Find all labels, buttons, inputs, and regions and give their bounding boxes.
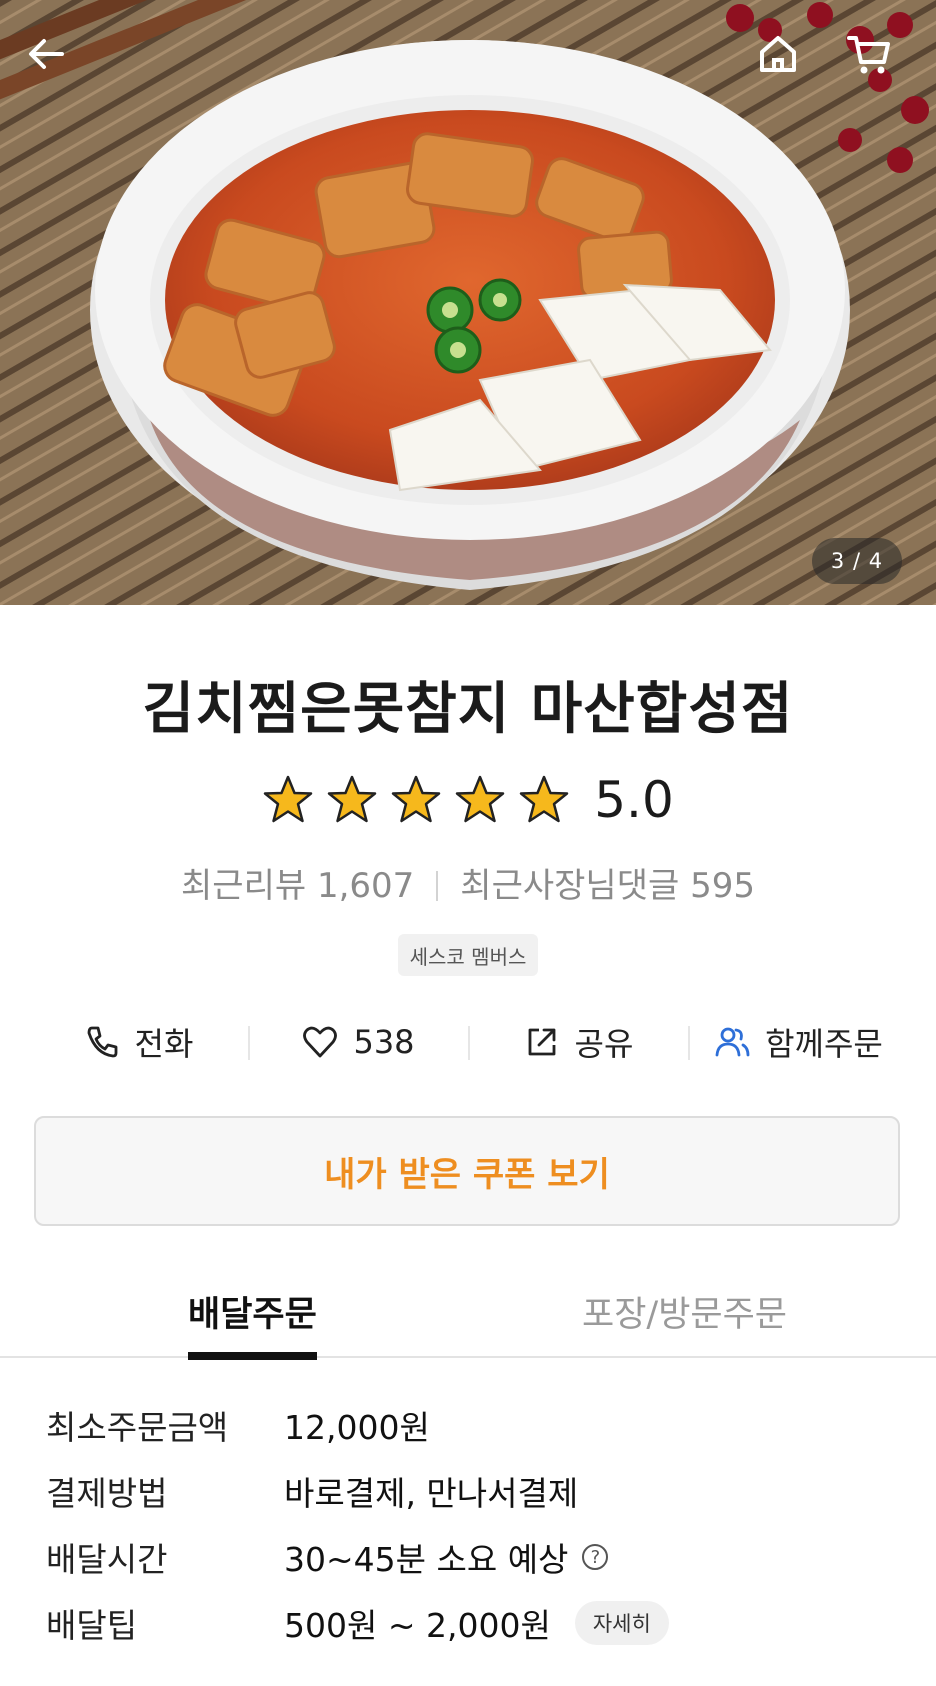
star-icon bbox=[519, 775, 569, 823]
delivery-tip-label: 배달팁 bbox=[46, 1606, 138, 1645]
like-button[interactable]: 538 bbox=[248, 1008, 468, 1076]
divider bbox=[436, 871, 439, 901]
cart-icon bbox=[847, 36, 890, 74]
action-row: 전화 538 공유 함께주문 bbox=[28, 1008, 908, 1076]
my-coupons-button[interactable]: 내가 받은 쿠폰 보기 bbox=[34, 1116, 900, 1226]
review-stats: 최근리뷰 1,607 최근사장님댓글 595 bbox=[0, 858, 936, 907]
delivery-time-value: 30~45분 소요 예상 bbox=[284, 1540, 569, 1579]
star-icon bbox=[263, 775, 313, 823]
phone-icon bbox=[87, 1026, 117, 1058]
payment-value: 바로결제, 만나서결제 bbox=[284, 1474, 579, 1513]
rating-value: 5.0 bbox=[594, 771, 674, 829]
call-label: 전화 bbox=[134, 1025, 194, 1063]
tab-pickup[interactable]: 포장/방문주문 bbox=[582, 1286, 787, 1358]
back-button[interactable] bbox=[24, 32, 88, 96]
back-arrow-icon bbox=[29, 39, 64, 69]
delivery-tip-wrap: 500원 ~ 2,000원 자세히 bbox=[284, 1599, 669, 1647]
share-button[interactable]: 공유 bbox=[468, 1008, 688, 1076]
share-icon bbox=[528, 1028, 555, 1056]
like-count: 538 bbox=[353, 1023, 415, 1061]
info-row-payment: 결제방법 바로결제, 만나서결제 bbox=[46, 1458, 906, 1524]
delivery-time-label: 배달시간 bbox=[46, 1540, 168, 1579]
delivery-tip-value: 500원 ~ 2,000원 bbox=[284, 1606, 551, 1645]
delivery-time-wrap: 30~45분 소요 예상 ? bbox=[284, 1533, 609, 1581]
group-order-label: 함께주문 bbox=[765, 1025, 883, 1063]
cesco-badge: 세스코 멤버스 bbox=[398, 934, 538, 976]
image-page-counter: 3 / 4 bbox=[812, 538, 902, 584]
star-icon bbox=[327, 775, 377, 823]
rating-row: 5.0 bbox=[0, 768, 936, 832]
group-order-button[interactable]: 함께주문 bbox=[688, 1008, 908, 1076]
order-type-tabs: 배달주문 포장/방문주문 bbox=[0, 1262, 936, 1360]
min-order-label: 최소주문금액 bbox=[46, 1408, 229, 1447]
star-icon bbox=[391, 775, 441, 823]
tip-detail-button[interactable]: 자세히 bbox=[574, 1601, 669, 1645]
cart-button[interactable] bbox=[846, 32, 910, 96]
rating-stars bbox=[262, 774, 570, 826]
heart-icon bbox=[303, 1026, 338, 1058]
delivery-info: 최소주문금액 12,000원 결제방법 바로결제, 만나서결제 배달시간 30~… bbox=[46, 1392, 906, 1656]
payment-label: 결제방법 bbox=[46, 1474, 168, 1513]
group-order-icon bbox=[715, 1027, 750, 1057]
help-icon[interactable]: ? bbox=[582, 1544, 609, 1570]
min-order-value: 12,000원 bbox=[284, 1408, 430, 1447]
info-row-delivery-time: 배달시간 30~45분 소요 예상 ? bbox=[46, 1524, 906, 1590]
recent-review-count[interactable]: 최근리뷰 1,607 bbox=[181, 866, 414, 906]
home-button[interactable] bbox=[756, 32, 820, 96]
home-icon bbox=[760, 36, 796, 72]
info-row-min-order: 최소주문금액 12,000원 bbox=[46, 1392, 906, 1458]
tab-delivery[interactable]: 배달주문 bbox=[188, 1286, 317, 1360]
owner-reply-count[interactable]: 최근사장님댓글 595 bbox=[460, 866, 755, 906]
share-label: 공유 bbox=[574, 1025, 634, 1063]
info-row-delivery-tip: 배달팁 500원 ~ 2,000원 자세히 bbox=[46, 1590, 906, 1656]
call-button[interactable]: 전화 bbox=[28, 1008, 248, 1076]
store-name: 김치찜은못참지 마산합성점 bbox=[142, 677, 794, 742]
hero-image[interactable]: 3 / 4 bbox=[0, 0, 936, 605]
star-icon bbox=[455, 775, 505, 823]
